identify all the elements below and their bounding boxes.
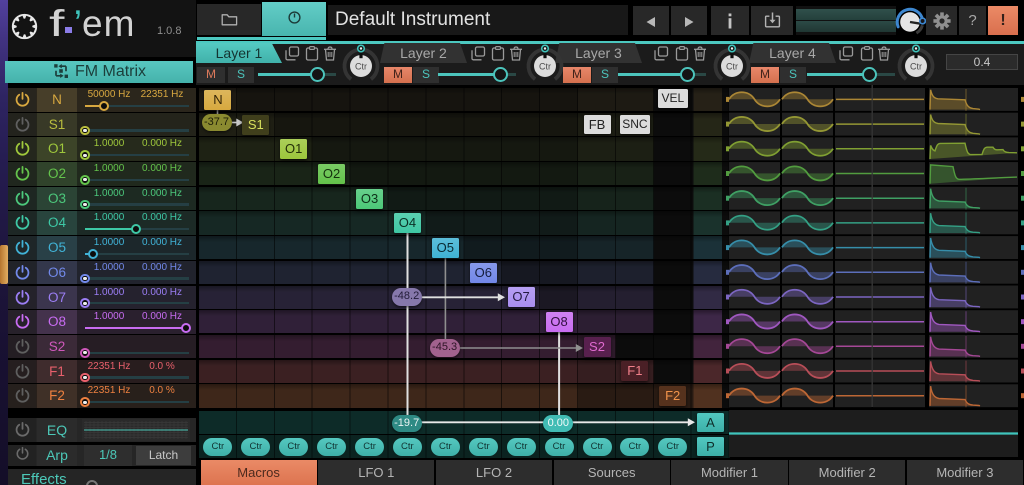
svg-text:Ctr: Ctr <box>539 61 551 71</box>
svg-text:Ctr: Ctr <box>726 61 738 71</box>
svg-text:Ctr: Ctr <box>355 61 367 71</box>
svg-text:Ctr: Ctr <box>910 61 922 71</box>
